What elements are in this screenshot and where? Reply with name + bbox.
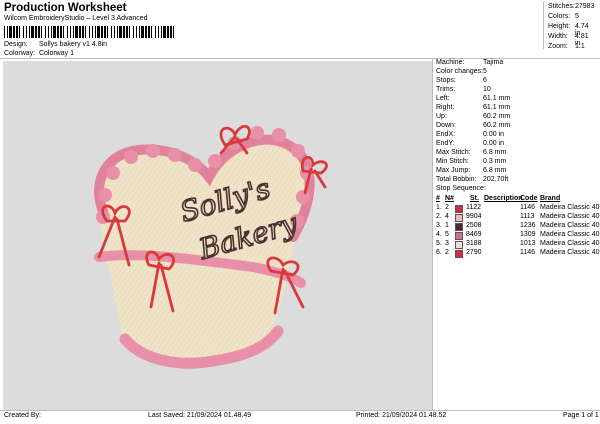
info-stops: Stops: 6 xyxy=(436,77,487,84)
row-brand: Madeira Classic 40 xyxy=(540,213,600,220)
design-label: Design: xyxy=(4,41,28,48)
design-value: Sollys bakery v1 4.8in xyxy=(38,41,108,48)
stat-height: Height: 4.74 in xyxy=(548,23,589,37)
color-swatch xyxy=(455,214,463,222)
colorway-line: Colorway: Colorway 1 xyxy=(4,50,74,57)
software-subtitle: Wilcom EmbroideryStudio – Level 3 Advanc… xyxy=(4,15,148,22)
info-min-stitch: Min Stitch: 0.3 mm xyxy=(436,158,507,165)
page-title: Production Worksheet xyxy=(4,2,127,14)
row-stitches: 2508 xyxy=(466,222,482,229)
row-stitches: 1122 xyxy=(466,204,482,211)
stop-sequence-row: 2. 4 9904 1113 Madeira Classic 40 xyxy=(436,213,600,222)
stat-zoom: Zoom: 1:1 xyxy=(548,43,585,50)
top-stats-panel: Stitches: 27983 Colors: 5 Height: 4.74 in W… xyxy=(543,2,600,50)
row-code: 1309 xyxy=(520,231,536,238)
header-divider xyxy=(0,58,600,59)
info-left: Left: 61.1 mm xyxy=(436,95,511,102)
footer-page: Page 1 of 1 xyxy=(563,412,599,419)
stop-sequence-row: 6. 2 2790 1146 Madeira Classic 40 xyxy=(436,249,600,258)
footer-divider xyxy=(0,410,600,411)
row-needle: 2 xyxy=(445,204,449,211)
row-needle: 4 xyxy=(445,213,449,220)
info-color-changes: Color changes: 5 xyxy=(436,68,487,75)
stat-width: Width: 4.81 in xyxy=(548,33,589,47)
row-stitches: 2790 xyxy=(466,249,482,256)
design-line: Design: Sollys bakery v1 4.8in xyxy=(4,41,107,48)
stat-stitches: Stitches: 27983 xyxy=(548,3,595,10)
color-swatch xyxy=(455,241,463,249)
row-number: 1. xyxy=(436,204,442,211)
row-code: 1113 xyxy=(520,213,535,220)
row-needle: 3 xyxy=(445,240,449,247)
footer-last-saved: Last Saved: 21/09/2024 01.48.49 xyxy=(148,412,252,419)
stop-sequence-row: 3. 1 2508 1236 Madeira Classic 40 xyxy=(436,222,600,231)
row-number: 6. xyxy=(436,249,442,256)
row-code: 1013 xyxy=(520,240,536,247)
row-code: 1146 xyxy=(520,249,536,256)
row-brand: Madeira Classic 40 xyxy=(540,222,600,229)
footer-printed: Printed: 21/09/2024 01.48.52 xyxy=(356,412,447,419)
row-number: 2. xyxy=(436,213,442,220)
info-max-stitch: Max Stitch: 6.8 mm xyxy=(436,149,507,156)
row-number: 4. xyxy=(436,231,442,238)
row-code: 1236 xyxy=(520,222,536,229)
row-stitches: 3188 xyxy=(466,240,482,247)
row-stitches: 8469 xyxy=(466,231,482,238)
colorway-label: Colorway: xyxy=(4,50,36,57)
color-swatch xyxy=(455,223,463,231)
row-brand: Madeira Classic 40 xyxy=(540,240,600,247)
col-brand: Brand xyxy=(540,195,561,202)
info-endx: EndX: 0.00 in xyxy=(436,131,505,138)
stop-sequence-row: 5. 3 3188 1013 Madeira Classic 40 xyxy=(436,240,600,249)
row-code: 1146 xyxy=(520,204,536,211)
stop-sequence-title: Stop Sequence: xyxy=(436,185,486,192)
info-up: Up: 60.2 mm xyxy=(436,113,511,120)
row-brand: Madeira Classic 40 xyxy=(540,231,600,238)
row-number: 3. xyxy=(436,222,442,229)
info-total-bobbin: Total Bobbin: 202.70ft xyxy=(436,176,509,183)
col-n: N# xyxy=(445,195,454,202)
info-right: Right: 61.1 mm xyxy=(436,104,511,111)
colorway-value: Colorway 1 xyxy=(38,50,74,57)
color-swatch xyxy=(455,205,463,213)
footer-created-by: Created By: xyxy=(4,412,41,419)
stop-sequence-row: 4. 5 8469 1309 Madeira Classic 40 xyxy=(436,231,600,240)
col-st: St. xyxy=(470,195,479,202)
info-endy: EndY: 0.00 in xyxy=(436,140,505,147)
col-code: Code xyxy=(520,195,538,202)
color-swatch xyxy=(455,232,463,240)
info-machine: Machine: Tajima xyxy=(436,59,504,66)
info-trims: Trims: 10 xyxy=(436,86,491,93)
row-needle: 1 xyxy=(445,222,449,229)
row-stitches: 9904 xyxy=(466,213,482,220)
row-needle: 5 xyxy=(445,231,449,238)
design-preview: Solly's Bakery xyxy=(3,61,432,410)
embroidery-design: Solly's Bakery xyxy=(94,125,328,369)
info-down: Down: 60.2 mm xyxy=(436,122,511,129)
col-num: # xyxy=(436,195,440,202)
stop-sequence-row: 1. 2 1122 1146 Madeira Classic 40 xyxy=(436,204,600,213)
info-max-jump: Max Jump: 6.8 mm xyxy=(436,167,507,174)
color-swatch xyxy=(455,250,463,258)
col-description: Description xyxy=(484,195,523,202)
stat-colors: Colors: 5 xyxy=(548,13,579,20)
row-needle: 2 xyxy=(445,249,449,256)
row-number: 5. xyxy=(436,240,442,247)
panel-divider xyxy=(432,58,433,410)
barcode xyxy=(4,26,174,38)
row-brand: Madeira Classic 40 xyxy=(540,249,600,256)
row-brand: Madeira Classic 40 xyxy=(540,204,600,211)
